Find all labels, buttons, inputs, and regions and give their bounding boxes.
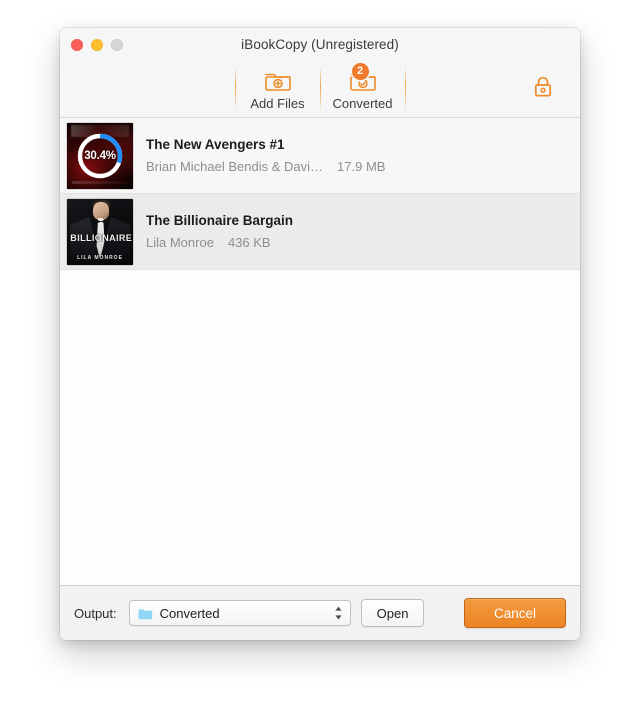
- title-bar: iBookCopy (Unregistered): [60, 28, 580, 61]
- cover-author-text: LILA MONROE: [77, 255, 123, 262]
- book-title: The New Avengers #1: [146, 137, 285, 152]
- toolbar-separator-right: [404, 66, 406, 112]
- book-info: The Billionaire Bargain Lila Monroe 436 …: [134, 213, 570, 250]
- bottom-bar: Output: Converted Open Cancel: [60, 585, 580, 640]
- add-files-button[interactable]: Add Files: [236, 66, 320, 112]
- cancel-button-label: Cancel: [493, 605, 537, 621]
- billionaire-cover: BILLIONAIRE LILA MONROE: [67, 198, 133, 265]
- converted-label: Converted: [332, 95, 393, 111]
- open-button-label: Open: [376, 605, 409, 621]
- book-info: The New Avengers #1 Brian Michael Bendis…: [134, 137, 570, 174]
- minimize-button[interactable]: [91, 38, 103, 51]
- conversion-progress-ring: 30.4%: [74, 130, 126, 182]
- output-folder-value: Converted: [159, 605, 220, 621]
- book-file-size: 17.9 MB: [337, 159, 386, 174]
- output-folder-select[interactable]: Converted: [128, 600, 351, 626]
- folder-icon: [138, 607, 153, 620]
- folder-check-icon: 2: [346, 62, 380, 94]
- toolbar: Add Files 2 Converted: [60, 61, 580, 118]
- converted-button[interactable]: 2 Converted: [321, 62, 405, 112]
- book-title: The Billionaire Bargain: [146, 213, 294, 228]
- book-file-size: 436 KB: [227, 235, 271, 250]
- folder-plus-icon: [261, 68, 295, 94]
- cancel-button[interactable]: Cancel: [464, 598, 566, 628]
- cover-title-text: BILLIONAIRE: [70, 232, 133, 243]
- window-title: iBookCopy (Unregistered): [241, 37, 399, 52]
- book-list[interactable]: 30.4% The New Avengers #1 Brian Michael …: [60, 118, 580, 585]
- book-author: Lila Monroe: [146, 235, 214, 250]
- book-subtitle-row: Brian Michael Bendis & Davi… 17.9 MB: [146, 159, 570, 174]
- book-subtitle-row: Lila Monroe 436 KB: [146, 235, 570, 250]
- output-label: Output:: [74, 605, 117, 621]
- padlock-icon: [532, 75, 554, 104]
- zoom-button[interactable]: [111, 38, 123, 51]
- table-row[interactable]: BILLIONAIRE LILA MONROE The Billionaire …: [60, 194, 580, 270]
- book-thumbnail: BILLIONAIRE LILA MONROE: [66, 198, 134, 266]
- registration-lock-button[interactable]: [530, 75, 556, 103]
- table-row[interactable]: 30.4% The New Avengers #1 Brian Michael …: [60, 118, 580, 194]
- progress-percent-label: 30.4%: [84, 149, 116, 162]
- traffic-light-group: [71, 38, 123, 51]
- toolbar-button-group: Add Files 2 Converted: [234, 62, 406, 112]
- close-button[interactable]: [71, 38, 83, 51]
- app-window: iBookCopy (Unregistered) Add Files 2 Con…: [60, 28, 580, 640]
- chevron-up-down-icon: [333, 605, 344, 621]
- book-thumbnail: 30.4%: [66, 122, 134, 190]
- add-files-label: Add Files: [250, 95, 305, 111]
- open-button[interactable]: Open: [360, 599, 425, 627]
- converted-count-badge: 2: [351, 62, 369, 80]
- book-author: Brian Michael Bendis & Davi…: [146, 159, 324, 174]
